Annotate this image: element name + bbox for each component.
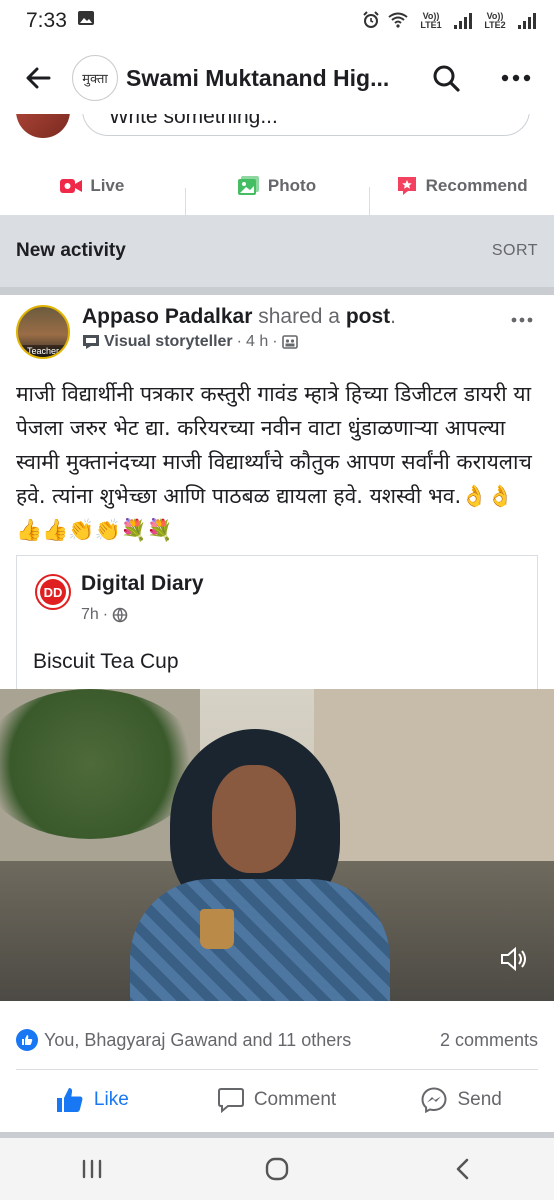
status-bar: 7:33 Vo)) LTE1 Vo)) LTE2	[0, 0, 554, 42]
send-label: Send	[457, 1089, 502, 1110]
clock: 7:33	[26, 9, 67, 32]
divider	[16, 1069, 538, 1070]
post-body-text: माजी विद्यार्थीनी पत्रकार कस्तुरी गावंड …	[16, 382, 532, 542]
back-button[interactable]	[0, 42, 76, 114]
like-label: Like	[93, 1089, 129, 1110]
shared-post-time[interactable]: 7h	[81, 606, 99, 624]
shared-post-card[interactable]: DD Digital Diary 7h · Biscuit Tea Cup	[16, 555, 538, 689]
section-header: New activity SORT	[0, 215, 554, 287]
storyteller-badge-icon	[83, 335, 99, 349]
photo-label: Photo	[267, 176, 317, 195]
thumbs-up-icon	[56, 1088, 83, 1112]
comment-button[interactable]: Comment	[185, 1087, 370, 1113]
group-avatar-text: मुक्ता	[82, 71, 108, 86]
lte1-label: Vo)) LTE1	[420, 11, 442, 30]
avatar-teacher-tag: Teacher	[18, 345, 68, 357]
post-options-button[interactable]	[504, 305, 540, 335]
photo-icon	[237, 176, 259, 195]
digital-diary-logo[interactable]: DD	[35, 574, 71, 610]
author-name[interactable]: Appaso Padalkar	[82, 305, 252, 328]
user-avatar[interactable]	[16, 114, 70, 138]
speaker-muted-icon	[501, 946, 526, 972]
search-icon	[433, 65, 460, 92]
composer: Write something...	[0, 114, 554, 154]
comment-label: Comment	[253, 1089, 337, 1110]
chevron-left-icon	[456, 1158, 468, 1180]
recent-apps-icon	[83, 1159, 102, 1179]
back-nav-button[interactable]	[422, 1144, 502, 1194]
system-navigation-bar	[0, 1138, 554, 1200]
video-frame-cup	[200, 909, 234, 949]
shared-post-caption: Biscuit Tea Cup	[33, 650, 179, 673]
section-title: New activity	[16, 240, 126, 261]
badge-label: Visual storyteller	[104, 333, 233, 350]
gallery-notification-icon	[77, 9, 95, 33]
page-title[interactable]: Swami Muktanand Hig...	[126, 65, 404, 92]
more-dots-icon	[501, 74, 531, 82]
send-button[interactable]: Send	[369, 1087, 554, 1113]
video-camera-icon	[60, 179, 83, 193]
shared-post-meta: 7h ·	[81, 606, 128, 624]
signal-icon	[518, 13, 536, 29]
lte2-label: Vo)) LTE2	[484, 11, 506, 30]
feed-post: Teacher Appaso Padalkar shared a post. V…	[0, 295, 554, 1132]
composer-actions: Live Photo Recommend	[0, 157, 554, 216]
post-subline: Visual storyteller · 4 h ·	[82, 333, 396, 351]
home-icon	[265, 1157, 289, 1181]
recommend-button[interactable]: Recommend	[369, 175, 554, 215]
alarm-icon	[362, 10, 380, 32]
post-header: Teacher Appaso Padalkar shared a post. V…	[16, 305, 538, 365]
group-avatar[interactable]: मुक्ता	[72, 55, 118, 101]
post-actions: Like Comment Send	[0, 1071, 554, 1129]
shared-post-link[interactable]: post	[346, 305, 390, 328]
video-frame-body	[130, 879, 390, 1001]
comment-icon	[217, 1088, 244, 1113]
shared-page-name[interactable]: Digital Diary	[81, 572, 204, 596]
video-frame-face	[212, 765, 296, 873]
video-frame-person	[130, 729, 390, 1001]
wifi-icon	[388, 12, 408, 31]
digital-diary-logo-text: DD	[40, 579, 66, 605]
video-player[interactable]	[0, 689, 554, 1001]
post-verb: shared a	[258, 305, 340, 328]
app-header: मुक्ता Swami Muktanand Hig...	[0, 42, 554, 114]
sort-button[interactable]: SORT	[492, 242, 538, 260]
dot-separator: ·	[272, 333, 278, 350]
recent-apps-button[interactable]	[52, 1144, 132, 1194]
recommend-icon	[397, 177, 416, 195]
post-meta: Appaso Padalkar shared a post. Visual st…	[82, 305, 396, 351]
mute-toggle-button[interactable]	[498, 943, 530, 975]
live-label: Live	[90, 176, 125, 195]
dot-separator: ·	[236, 333, 242, 350]
search-button[interactable]	[424, 56, 468, 100]
more-dots-icon	[511, 317, 533, 323]
reactions-summary[interactable]: You, Bhagyaraj Gawand and 11 others 2 co…	[16, 1020, 538, 1060]
write-something-input[interactable]: Write something...	[82, 114, 530, 136]
divider	[0, 287, 554, 295]
post-period: .	[390, 305, 396, 328]
post-time[interactable]: 4 h	[246, 333, 268, 351]
signal-icon	[454, 13, 472, 29]
photo-button[interactable]: Photo	[184, 176, 370, 216]
globe-icon	[112, 607, 128, 623]
more-options-button[interactable]	[494, 56, 538, 100]
reactions-text[interactable]: You, Bhagyaraj Gawand and 11 others	[44, 1030, 351, 1051]
author-avatar[interactable]: Teacher	[16, 305, 70, 359]
messenger-icon	[421, 1087, 447, 1113]
post-headline: Appaso Padalkar shared a post.	[82, 305, 396, 329]
group-privacy-icon	[281, 335, 298, 349]
recommend-label: Recommend	[425, 176, 528, 195]
home-button[interactable]	[237, 1144, 317, 1194]
like-reaction-icon	[16, 1029, 38, 1051]
comments-count[interactable]: 2 comments	[440, 1030, 538, 1051]
dot-separator: ·	[102, 606, 109, 623]
like-button[interactable]: Like	[0, 1087, 185, 1113]
arrow-left-icon	[26, 67, 51, 89]
live-button[interactable]: Live	[0, 176, 185, 196]
